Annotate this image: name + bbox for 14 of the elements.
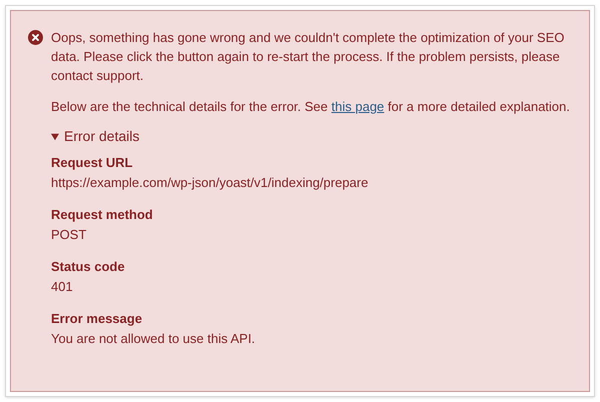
error-message: Oops, something has gone wrong and we couldn't complete the optimization of your SEO data. Please click the button again to re-start the process. If the problem persists, please contact support.	[51, 29, 566, 85]
this-page-link[interactable]: this page	[331, 99, 384, 114]
details-intro: Below are the technical details for the error. See this page for a more detailed explanation.	[51, 98, 571, 116]
field-value: POST	[51, 226, 88, 244]
field-label: Status code	[51, 258, 126, 276]
caret-icon	[51, 132, 59, 140]
field-value: You are not allowed to use this API.	[51, 330, 256, 348]
field-label: Request URL	[51, 154, 134, 172]
field-value: https://example.com/wp-json/yoast/v1/indexing/prepare	[51, 174, 370, 192]
field-label: Request method	[51, 206, 154, 224]
error-icon	[28, 30, 43, 45]
error-details-toggle[interactable]: Error details	[51, 127, 575, 146]
field-label: Error message	[51, 310, 144, 328]
field-value: 401	[51, 278, 74, 296]
